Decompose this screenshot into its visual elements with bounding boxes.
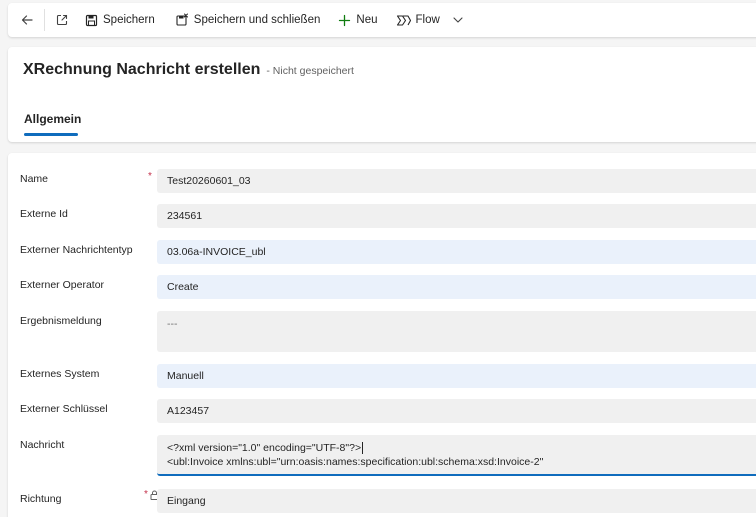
toolbar-divider: [44, 9, 45, 31]
save-and-close-icon: [176, 13, 188, 26]
open-new-window-button[interactable]: [47, 3, 77, 37]
nachricht-label: Nachricht: [20, 439, 65, 451]
operator-label: Externer Operator: [20, 279, 105, 291]
externes-system-input[interactable]: Manuell: [157, 364, 756, 388]
save-button[interactable]: Speichern: [77, 3, 163, 37]
nachricht-textarea[interactable]: <?xml version="1.0" encoding="UTF-8"?> <…: [157, 435, 756, 476]
save-and-close-label: Speichern und schließen: [193, 14, 321, 26]
open-in-new-window-icon: [56, 14, 68, 26]
save-label: Speichern: [103, 14, 155, 26]
arrow-left-icon: [21, 15, 33, 25]
ergebnismeldung-label: Ergebnismeldung: [20, 315, 102, 327]
text-cursor: [362, 442, 364, 455]
externer-schluessel-input[interactable]: A123457: [157, 399, 756, 423]
name-input[interactable]: Test20260601_03: [157, 169, 756, 193]
back-button[interactable]: [8, 3, 42, 37]
nachricht-line-1-text: <?xml version="1.0" encoding="UTF-8"?>: [167, 442, 362, 454]
externer-schluessel-label: Externer Schlüssel: [20, 403, 108, 415]
plus-icon: [339, 14, 351, 26]
title-row: XRechnung Nachricht erstellen - Nicht ge…: [23, 61, 354, 79]
flow-button[interactable]: Flow: [386, 3, 472, 37]
save-status: - Nicht gespeichert: [266, 65, 354, 77]
tab-allgemein-label: Allgemein: [24, 112, 82, 126]
save-icon: [85, 14, 98, 26]
nachricht-line-2: <ubl:Invoice xmlns:ubl="urn:oasis:names:…: [167, 456, 544, 468]
tab-selected-indicator: [24, 133, 78, 136]
nachrichtentyp-label: Externer Nachrichtentyp: [20, 244, 133, 256]
new-button[interactable]: Neu: [328, 3, 385, 37]
tab-allgemein[interactable]: Allgemein: [24, 110, 81, 140]
required-indicator: *: [144, 489, 148, 500]
flow-icon: [396, 14, 411, 26]
new-label: Neu: [356, 14, 378, 26]
command-bar: Speichern Speichern und schließen Neu Fl…: [8, 3, 756, 37]
externe-id-input[interactable]: 234561: [157, 204, 756, 228]
required-indicator: *: [148, 171, 152, 182]
save-and-close-button[interactable]: Speichern und schließen: [163, 3, 329, 37]
nachrichtentyp-input[interactable]: 03.06a-INVOICE_ubl: [157, 240, 756, 264]
form-header: XRechnung Nachricht erstellen - Nicht ge…: [8, 47, 756, 142]
ergebnismeldung-textarea[interactable]: ---: [157, 311, 756, 352]
flow-label: Flow: [415, 14, 440, 26]
richtung-label: Richtung: [20, 493, 62, 505]
page-title: XRechnung Nachricht erstellen: [23, 61, 261, 78]
richtung-select[interactable]: Eingang: [157, 489, 756, 513]
form-section: Name * Test20260601_03 Externe Id 234561…: [8, 153, 756, 517]
externe-id-label: Externe Id: [20, 208, 68, 220]
chevron-down-icon[interactable]: [452, 14, 464, 26]
name-label: Name: [20, 173, 49, 185]
nachricht-line-1: <?xml version="1.0" encoding="UTF-8"?>: [167, 441, 756, 455]
externes-system-label: Externes System: [20, 368, 100, 380]
operator-input[interactable]: Create: [157, 275, 756, 299]
